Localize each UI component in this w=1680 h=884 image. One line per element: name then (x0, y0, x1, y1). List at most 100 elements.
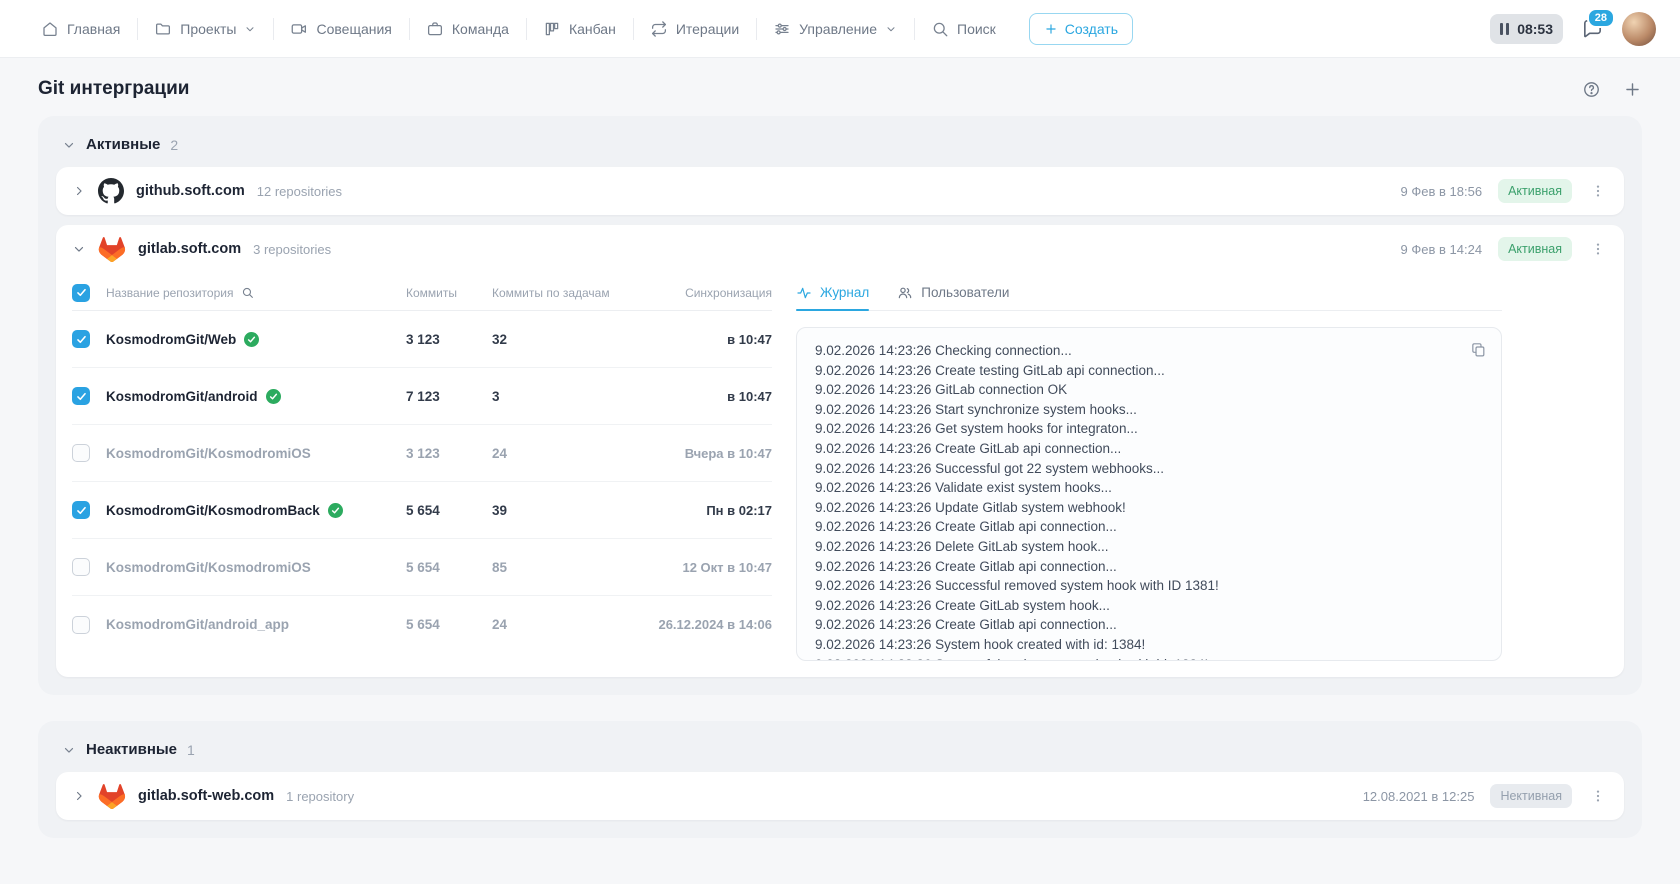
repo-row[interactable]: KosmodromGit/KosmodromiOS 5 654 85 12 Ок… (72, 539, 772, 596)
sync-time: 12 Окт в 10:47 (682, 559, 772, 575)
folder-icon (154, 20, 172, 38)
chevron-down-icon (244, 23, 256, 35)
nav-item-search[interactable]: Поиск (914, 0, 1013, 57)
help-icon[interactable] (1582, 80, 1601, 99)
repo-row[interactable]: KosmodromGit/KosmodromiOS 3 123 24 Вчера… (72, 425, 772, 482)
create-button-label: Создать (1064, 20, 1119, 37)
repo-row[interactable]: KosmodromGit/KosmodromBack 5 654 39 Пн в… (72, 482, 772, 539)
nav-label: Главная (67, 20, 121, 37)
video-camera-icon (290, 20, 308, 38)
nav-item-kanban[interactable]: Канбан (526, 0, 633, 57)
home-icon (41, 20, 59, 38)
integration-date: 9 Фев в 14:24 (1400, 241, 1483, 257)
nav-item-projects[interactable]: Проекты (137, 0, 273, 57)
card-header: gitlab.soft-web.com 1 repository 12.08.2… (56, 772, 1624, 820)
search-icon[interactable] (241, 286, 254, 299)
integration-meta: 3 repositories (253, 241, 332, 257)
repo-checkbox[interactable] (72, 558, 90, 576)
repo-name: KosmodromGit/android_app (106, 617, 290, 632)
repo-name: KosmodromGit/KosmodromBack (106, 502, 320, 518)
log-line: 9.02.2026 14:23:26 Validate exist system… (815, 480, 1112, 496)
repo-checkbox[interactable] (72, 330, 90, 348)
commits-count: 3 123 (406, 445, 440, 461)
main-nav: Главная Проекты Совещания Команда Канбан… (24, 0, 1134, 57)
tab-journal[interactable]: Журнал (796, 275, 870, 311)
log-line: 9.02.2026 14:23:26 Create Gitlab api con… (815, 558, 1117, 574)
repo-row[interactable]: KosmodromGit/Web 3 123 32 в 10:47 (72, 311, 772, 368)
section-inactive: Неактивные 1 gitlab.soft-web.com 1 repos… (38, 721, 1642, 838)
sync-column-header: Синхронизация (685, 285, 772, 300)
activity-icon (796, 285, 812, 301)
pause-icon (1500, 22, 1510, 35)
nav-label: Итерации (675, 20, 740, 37)
notifications-button[interactable]: 28 (1581, 8, 1615, 40)
log-line: 9.02.2026 14:23:26 Update Gitlab system … (815, 499, 1126, 515)
log-line: 9.02.2026 14:23:26 Create Gitlab api con… (815, 617, 1117, 633)
repeat-icon (650, 20, 668, 38)
kebab-menu-icon[interactable] (1588, 181, 1608, 201)
section-count: 2 (170, 136, 179, 153)
repo-checkbox[interactable] (72, 444, 90, 462)
repo-checkbox[interactable] (72, 387, 90, 405)
log-line: 9.02.2026 14:23:26 Create Gitlab api con… (815, 519, 1117, 535)
repo-table-header: Название репозитория Коммиты Коммиты по … (72, 275, 772, 311)
nav-item-management[interactable]: Управление (756, 0, 914, 57)
page-header: Git интерграции (0, 58, 1680, 116)
add-integration-icon[interactable] (1623, 80, 1642, 99)
topbar-right: 08:53 28 (1490, 8, 1656, 46)
nav-item-home[interactable]: Главная (24, 0, 137, 57)
kebab-menu-icon[interactable] (1588, 239, 1608, 259)
repo-checkbox[interactable] (72, 615, 90, 634)
user-avatar[interactable] (1622, 11, 1656, 46)
task-commits-column-header: Коммиты по задачам (492, 285, 610, 300)
integration-name: github.soft.com (136, 183, 245, 199)
status-badge: Активная (1498, 179, 1572, 203)
copy-icon[interactable] (1468, 339, 1489, 360)
log-output: 9.02.2026 14:23:26 Checking connection..… (796, 327, 1502, 661)
sliders-icon (773, 20, 791, 38)
integration-name: gitlab.soft-web.com (138, 788, 275, 804)
commits-count: 3 123 (406, 331, 440, 347)
briefcase-icon (426, 20, 444, 38)
kebab-menu-icon[interactable] (1588, 786, 1608, 806)
log-line: 9.02.2026 14:23:26 Successful removed sy… (815, 578, 1219, 594)
chevron-down-icon[interactable] (72, 242, 86, 256)
task-commits-count: 39 (492, 502, 508, 518)
plus-icon (1044, 22, 1058, 36)
tabs: Журнал Пользователи (796, 275, 1502, 311)
repo-checkbox[interactable] (72, 501, 90, 519)
timer-value: 08:53 (1517, 20, 1553, 37)
tab-users[interactable]: Пользователи (897, 275, 1009, 310)
log-line: 9.02.2026 14:23:26 Create GitLab api con… (815, 440, 1122, 456)
integration-card-gitlab: gitlab.soft.com 3 repositories 9 Фев в 1… (56, 225, 1624, 677)
card-body: Название репозитория Коммиты Коммиты по … (56, 273, 1624, 677)
section-title: Неактивные (86, 741, 178, 758)
nav-item-iterations[interactable]: Итерации (633, 0, 756, 57)
nav-label: Проекты (180, 20, 237, 37)
sync-time: в 10:47 (727, 331, 772, 347)
section-active-header[interactable]: Активные 2 (56, 124, 1624, 167)
card-header: github.soft.com 12 repositories 9 Фев в … (56, 167, 1624, 215)
repo-row[interactable]: KosmodromGit/android_app 5 654 24 26.12.… (72, 596, 772, 653)
nav-item-meetings[interactable]: Совещания (273, 0, 408, 57)
nav-label: Канбан (568, 20, 616, 37)
verified-icon (244, 331, 260, 347)
log-line: 9.02.2026 14:23:26 Successful got 22 sys… (815, 460, 1164, 476)
create-button[interactable]: Создать (1028, 12, 1134, 45)
chevron-right-icon[interactable] (72, 789, 86, 803)
nav-label: Совещания (316, 20, 392, 37)
repo-row[interactable]: KosmodromGit/android 7 123 3 в 10:47 (72, 368, 772, 425)
section-inactive-header[interactable]: Неактивные 1 (56, 729, 1624, 772)
card-right: 12.08.2021 в 12:25 Нективная (1363, 784, 1608, 808)
select-all-checkbox[interactable] (72, 283, 90, 302)
chevron-right-icon[interactable] (72, 184, 86, 198)
time-tracker[interactable]: 08:53 (1490, 13, 1563, 44)
section-title: Активные (86, 136, 161, 153)
chevron-down-icon (62, 743, 76, 757)
page-actions (1582, 80, 1642, 99)
kanban-columns-icon (543, 20, 561, 38)
nav-item-team[interactable]: Команда (409, 0, 526, 57)
log-panel: Журнал Пользователи 9.02.2026 14:23:26 C… (796, 275, 1502, 661)
search-icon (931, 20, 949, 38)
log-line: 9.02.2026 14:23:26 Create testing GitLab… (815, 362, 1165, 378)
